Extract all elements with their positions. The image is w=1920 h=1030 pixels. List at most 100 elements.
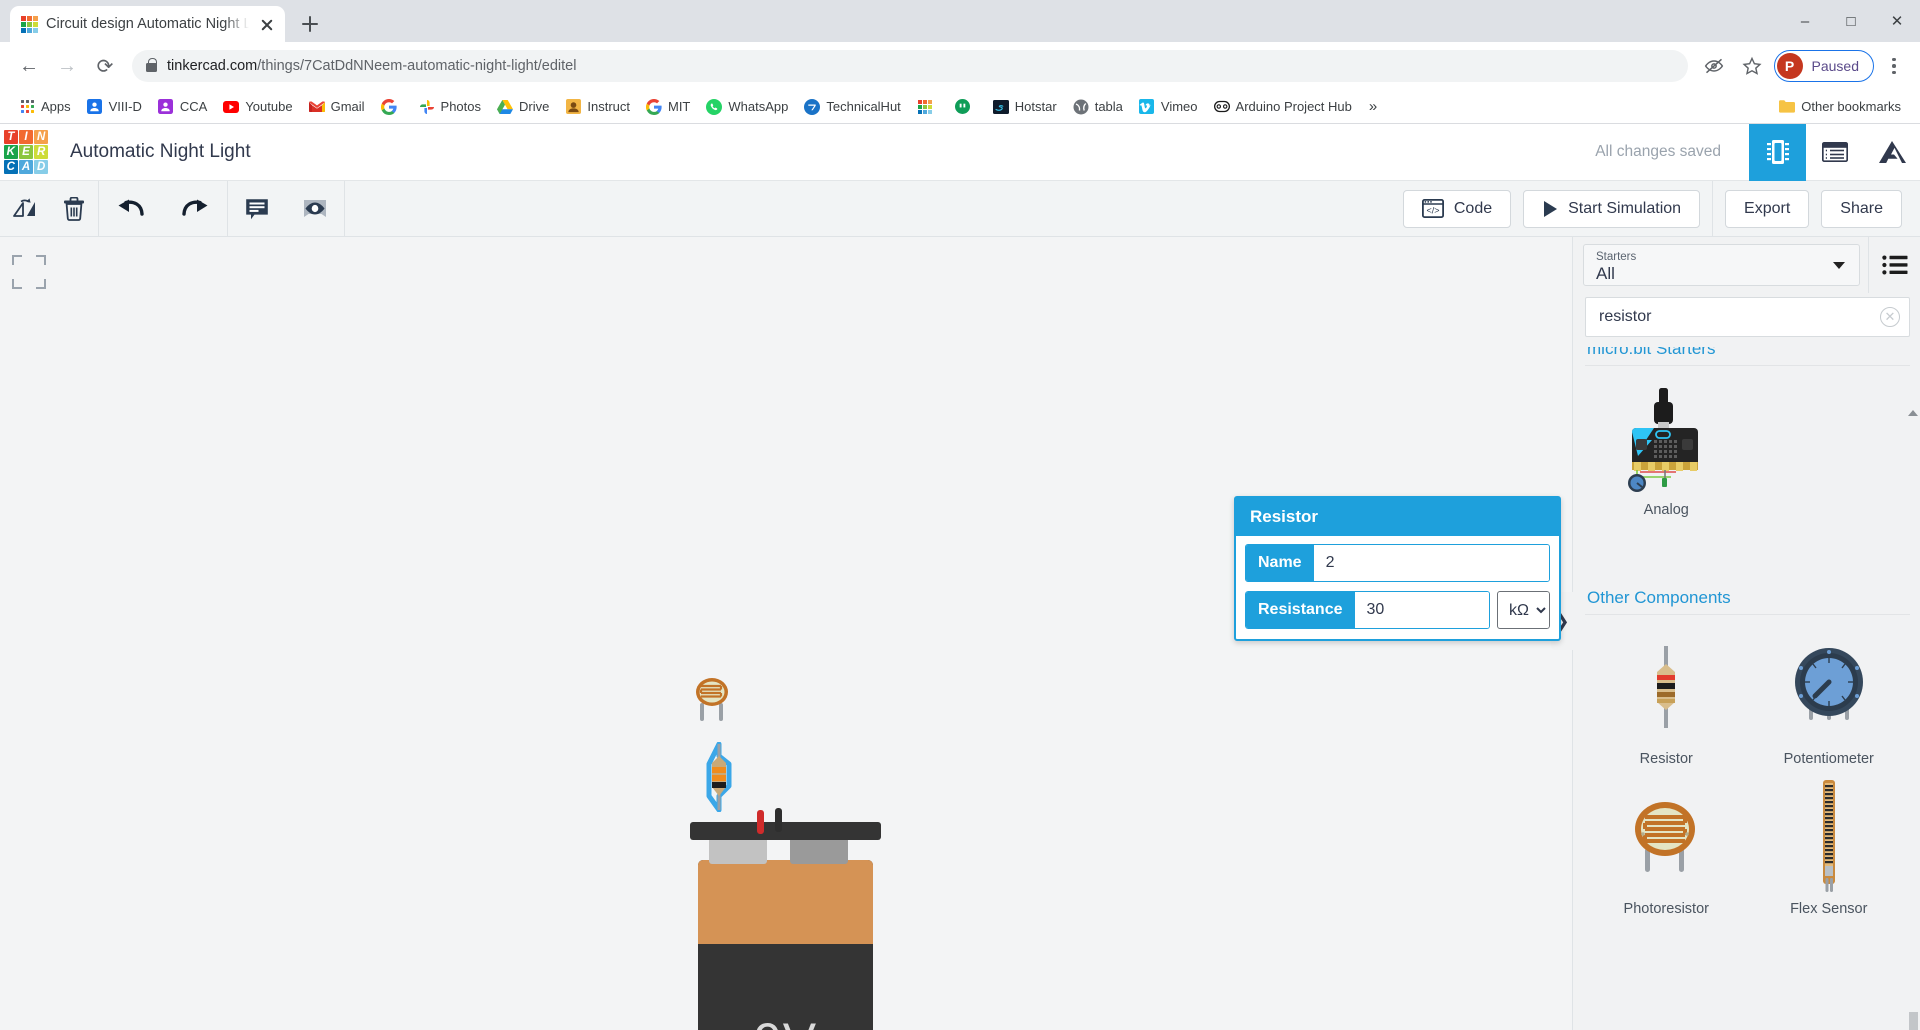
other-bookmarks-button[interactable]: Other bookmarks	[1772, 95, 1908, 119]
autodesk-logo-icon[interactable]	[1863, 124, 1920, 181]
bookmark-technicalhut[interactable]: TechnicalHut	[797, 95, 907, 119]
browser-tab[interactable]: Circuit design Automatic Night Li	[10, 6, 285, 42]
star-icon[interactable]	[1736, 50, 1768, 82]
resistance-unit-select[interactable]: kΩ	[1497, 591, 1550, 629]
visibility-icon[interactable]	[286, 181, 344, 237]
play-icon	[1544, 200, 1558, 217]
bookmark-youtube[interactable]: Youtube	[216, 95, 299, 119]
google-photos-icon	[419, 99, 435, 115]
panel-scrollbar[interactable]	[1908, 347, 1918, 1030]
toolbar-actions: </> Code Start Simulation Export Share	[1402, 180, 1920, 237]
bookmark-mit[interactable]: MIT	[639, 95, 697, 119]
components-list-icon[interactable]	[1806, 124, 1863, 181]
bookmark-tinkercad[interactable]	[910, 95, 946, 119]
start-simulation-button[interactable]: Start Simulation	[1523, 189, 1701, 228]
bookmark-hangouts[interactable]	[948, 95, 984, 119]
bookmark-viii-d[interactable]: VIII-D	[80, 95, 149, 119]
bookmark-drive[interactable]: Drive	[490, 95, 556, 119]
export-button[interactable]: Export	[1725, 189, 1810, 228]
folder-icon	[1779, 99, 1796, 115]
export-label: Export	[1744, 199, 1791, 217]
component-item-photoresistor[interactable]: Photoresistor	[1585, 773, 1748, 923]
name-field[interactable]	[1313, 545, 1549, 581]
annotation-icon[interactable]	[228, 181, 286, 237]
page-title[interactable]: Automatic Night Light	[70, 141, 251, 163]
maximize-button[interactable]: □	[1828, 0, 1874, 42]
divider	[1712, 180, 1714, 237]
bookmark-instruct[interactable]: Instruct	[558, 95, 637, 119]
properties-body: Name Resistance kΩ	[1236, 536, 1559, 639]
scrollbar-thumb[interactable]	[1909, 1012, 1918, 1030]
tab-title: Circuit design Automatic Night Li	[46, 16, 249, 32]
bookmark-cca[interactable]: CCA	[151, 95, 214, 119]
list-view-icon[interactable]	[1868, 237, 1920, 293]
reload-button[interactable]: ⟳	[88, 49, 122, 83]
battery-top-plate	[690, 808, 881, 840]
properties-title: Resistor	[1236, 498, 1559, 536]
logo-tile: K	[4, 145, 18, 159]
bookmarks-overflow-button[interactable]: »	[1361, 98, 1385, 115]
bookmark-hotstar[interactable]: Hotstar	[986, 95, 1064, 119]
hangouts-icon	[955, 99, 971, 115]
classroom-icon	[87, 99, 103, 115]
component-item-potentiometer[interactable]: Potentiometer	[1748, 623, 1911, 773]
kebab-menu-icon[interactable]	[1880, 57, 1908, 75]
search-input[interactable]	[1585, 297, 1910, 337]
gmail-icon	[308, 99, 325, 115]
close-window-button[interactable]: ✕	[1874, 0, 1920, 42]
forward-button: →	[57, 54, 77, 77]
component-item-analog[interactable]: Analog	[1585, 374, 1748, 524]
bookmark-apps[interactable]: Apps	[12, 95, 78, 119]
name-label: Name	[1246, 545, 1314, 581]
scroll-up-icon[interactable]	[1908, 407, 1918, 419]
circuits-view-icon[interactable]	[1749, 123, 1806, 181]
bookmark-vimeo[interactable]: Vimeo	[1132, 95, 1205, 119]
header-right: All changes saved	[1595, 123, 1920, 181]
bookmark-google[interactable]	[374, 95, 410, 119]
components-scroll-area[interactable]: micro:bit Starters Analog Other Componen…	[1573, 347, 1920, 1030]
tinkercad-logo-icon[interactable]: T I N K E R C A D	[4, 130, 48, 174]
back-button[interactable]: ←	[12, 49, 46, 83]
delete-icon[interactable]	[49, 181, 98, 237]
logo-tile: N	[34, 130, 48, 144]
battery-negative-lead[interactable]	[775, 808, 782, 832]
starters-dropdown[interactable]: Starters All	[1583, 244, 1860, 286]
canvas-photoresistor[interactable]	[688, 675, 736, 725]
bookmark-label: TechnicalHut	[826, 99, 901, 114]
address-bar[interactable]: tinkercad.com/things/7CatDdNNeem-automat…	[132, 50, 1688, 82]
clear-search-icon[interactable]: ✕	[1880, 307, 1900, 327]
bookmark-arduino-project-hub[interactable]: Arduino Project Hub	[1207, 95, 1359, 119]
minimize-button[interactable]: –	[1782, 0, 1828, 42]
undo-icon[interactable]	[99, 181, 163, 237]
google-icon	[380, 98, 397, 115]
photoresistor-icon	[1585, 773, 1748, 901]
battery-positive-lead[interactable]	[757, 810, 764, 834]
section-title-other-components: Other Components	[1585, 586, 1910, 615]
resistor-properties-panel[interactable]: Resistor Name Resistance kΩ	[1234, 496, 1561, 641]
bookmark-label: Apps	[41, 99, 71, 114]
bookmark-gmail[interactable]: Gmail	[302, 95, 372, 119]
bookmark-tabla[interactable]: tabla	[1066, 95, 1130, 119]
component-item-flex-sensor[interactable]: Flex Sensor	[1748, 773, 1911, 923]
component-item-resistor[interactable]: Resistor	[1585, 623, 1748, 773]
bookmark-label: Drive	[519, 99, 550, 114]
bookmark-label: Vimeo	[1160, 99, 1198, 114]
code-button[interactable]: </> Code	[1402, 189, 1512, 228]
canvas-battery-9v[interactable]: 9V	[690, 808, 881, 1030]
share-button[interactable]: Share	[1821, 189, 1902, 228]
fit-to-view-button[interactable]	[12, 255, 46, 289]
resistor-icon	[1585, 623, 1748, 751]
resistance-field[interactable]	[1354, 592, 1489, 628]
eye-slash-icon[interactable]	[1698, 50, 1730, 82]
redo-icon[interactable]	[163, 181, 227, 237]
profile-chip[interactable]: P Paused	[1773, 50, 1874, 82]
new-tab-button[interactable]	[295, 9, 325, 39]
bookmark-photos[interactable]: Photos	[412, 95, 488, 119]
rotate-icon[interactable]	[0, 181, 49, 237]
canvas-resistor[interactable]	[700, 741, 738, 813]
tab-strip: Circuit design Automatic Night Li – □ ✕	[0, 0, 1920, 42]
components-panel: ❯ Starters All ✕	[1551, 237, 1920, 1030]
component-grid-microbit: Analog	[1585, 374, 1910, 524]
bookmark-whatsapp[interactable]: WhatsApp	[699, 95, 795, 119]
close-tab-icon[interactable]	[257, 14, 277, 34]
